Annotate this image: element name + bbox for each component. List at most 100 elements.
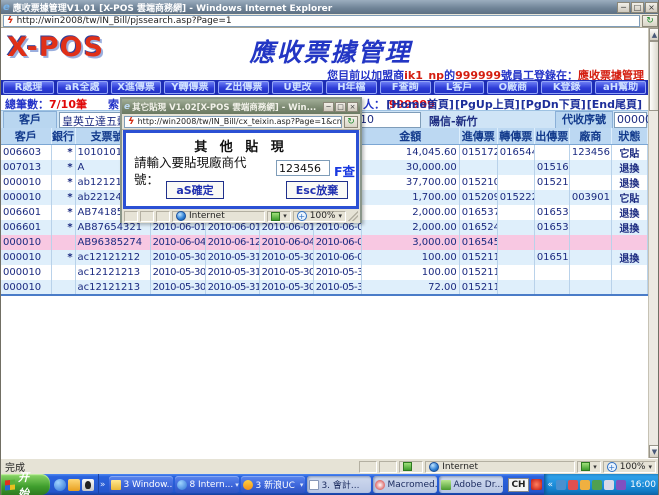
menu-button[interactable]: K登錄 [541, 81, 592, 94]
dialog-url-field[interactable]: ϟ http://win2008/tw/IN_Bill/cx_teixin.as… [124, 116, 342, 128]
task-button[interactable]: 3. 會計... [307, 476, 371, 493]
cell-date-1: 2010-05-30 [150, 250, 205, 265]
cell-transfer-voucher [497, 175, 534, 190]
maximize-button[interactable]: □ [631, 2, 644, 13]
status-segment [399, 461, 423, 473]
dialog-close-button[interactable]: × [347, 102, 358, 112]
cell-in-voucher: 015172 [459, 145, 497, 161]
table-row[interactable]: 000010 ac12121213 2010-05-30 2010-05-31 … [1, 265, 648, 280]
serial-input[interactable]: 000000 [614, 112, 647, 128]
dialog-minimize-button[interactable]: ─ [323, 102, 334, 112]
ql-ie[interactable] [54, 479, 66, 491]
table-header-cell: 銀行 [51, 128, 75, 145]
table-row[interactable]: 000010 ac12121213 2010-05-30 2010-05-31 … [1, 280, 648, 295]
dropdown-icon: ▾ [593, 463, 597, 471]
table-row[interactable]: 000010 AB96385274 2010-06-04 2010-06-12 … [1, 235, 648, 250]
scroll-up-button[interactable]: ▲ [649, 28, 659, 41]
cell-vendor [569, 175, 611, 190]
tray-chevron-icon[interactable]: « [547, 480, 555, 490]
dialog-zone-text: Internet [189, 211, 225, 221]
dialog-maximize-button[interactable]: □ [335, 102, 346, 112]
cell-vendor [569, 205, 611, 220]
internet-zone-icon [176, 211, 186, 221]
confirm-button[interactable]: aS確定 [166, 181, 224, 199]
task-button[interactable]: 3 Window... ▾ [109, 476, 173, 493]
vertical-scrollbar[interactable]: ▲ ▼ [648, 28, 659, 458]
cell-status: 退換 [611, 160, 647, 175]
menu-button[interactable]: Y轉傳票 [164, 81, 215, 94]
cell-transfer-voucher [497, 280, 534, 295]
ql-mail[interactable] [68, 479, 80, 491]
dialog-zoom-control[interactable]: +100%▾ [293, 211, 346, 222]
url-field[interactable]: ϟ http://win2008/tw/IN_Bill/pjssearch.as… [3, 15, 640, 27]
task-button[interactable]: 3 新浪UC ▾ [241, 476, 305, 493]
bank-branch-text: 陽信-新竹 [429, 113, 478, 129]
minimize-button[interactable]: ─ [617, 2, 630, 13]
task-label: Macromed... [387, 480, 437, 490]
cell-date-2: 2010-05-31 [205, 265, 259, 280]
menu-button[interactable]: Z出傳票 [218, 81, 269, 94]
task-button[interactable]: 8 Intern... ▾ [175, 476, 239, 493]
menu-button[interactable]: O廠商 [487, 81, 538, 94]
scrollbar-thumb[interactable] [649, 41, 659, 111]
refresh-button[interactable]: ↻ [642, 15, 658, 27]
tray-icon-6[interactable] [616, 480, 626, 490]
menu-button[interactable]: U更改 [272, 81, 323, 94]
zoom-icon: + [297, 211, 307, 221]
ie-favicon: e [3, 2, 10, 13]
resize-grip[interactable] [348, 211, 358, 221]
menu-button[interactable]: aH幫助 [595, 81, 646, 94]
language-indicator[interactable]: CH [508, 478, 528, 492]
tray-icon-2[interactable] [568, 480, 578, 490]
menu-button[interactable]: X進傳票 [111, 81, 162, 94]
cell-transfer-voucher [497, 235, 534, 250]
protected-mode-segment[interactable]: ▾ [267, 211, 291, 222]
ie-addressbar: ϟ http://win2008/tw/IN_Bill/pjssearch.as… [1, 14, 659, 28]
ime-icon[interactable] [531, 479, 542, 490]
dialog-refresh-button[interactable]: ↻ [344, 116, 358, 128]
close-button[interactable]: × [645, 2, 658, 13]
tray-icon-5[interactable] [604, 480, 614, 490]
tray-icon-1[interactable] [556, 480, 566, 490]
menu-button[interactable]: H年檔 [326, 81, 377, 94]
zone-segment: Internet [425, 461, 575, 473]
shield-icon [403, 462, 412, 471]
table-row[interactable]: 000010 * ac12121212 2010-05-30 2010-05-3… [1, 250, 648, 265]
menu-button[interactable]: L客戶 [434, 81, 485, 94]
overflow-chevron-icon[interactable]: » [99, 480, 107, 490]
cell-customer: 006601 [1, 205, 51, 220]
cell-out-voucher [534, 280, 569, 295]
table-header-cell: 金額 [361, 128, 459, 145]
dialog-body: 其 他 貼 現 請輸入要貼現廠商代號： F查詢 aS確定 Esc放棄 [123, 130, 359, 209]
cell-status [611, 235, 647, 250]
cell-bank: * [51, 190, 75, 205]
cancel-button[interactable]: Esc放棄 [286, 181, 348, 199]
cell-in-voucher: 016524 [459, 220, 497, 235]
task-label: 3 Window... [123, 480, 173, 490]
cell-amount: 30,000.00 [361, 160, 459, 175]
menu-button[interactable]: R處理 [3, 81, 54, 94]
vendor-code-input[interactable] [276, 160, 330, 176]
scroll-down-button[interactable]: ▼ [649, 445, 659, 458]
task-button[interactable]: Macromed... [373, 476, 437, 493]
menu-button[interactable]: F查詢 [380, 81, 431, 94]
task-button[interactable]: Adobe Dr... [439, 476, 503, 493]
tray-icon-3[interactable] [580, 480, 590, 490]
dialog-url-text: http://win2008/tw/IN_Bill/cx_teixin.asp?… [138, 117, 342, 126]
tray-icon-4[interactable] [592, 480, 602, 490]
ql-qq[interactable] [82, 479, 94, 491]
start-button[interactable]: 开始 [1, 474, 50, 495]
protected-mode-segment[interactable]: ▾ [577, 461, 601, 473]
cell-amount: 1,700.00 [361, 190, 459, 205]
menu-button[interactable]: aR全處 [57, 81, 108, 94]
start-label: 开始 [18, 469, 40, 495]
table-header-cell: 廠商 [569, 128, 611, 145]
cell-date-2: 2010-06-12 [205, 235, 259, 250]
task-buttons: 3 Window... ▾ 8 Intern... ▾ 3 新浪UC ▾ [106, 476, 506, 493]
zoom-control[interactable]: +100%▾ [603, 461, 656, 473]
cell-date-1: 2010-05-30 [150, 265, 205, 280]
mid-input[interactable]: 10 [357, 112, 421, 128]
page-title: 應收票據管理 [1, 33, 659, 69]
cell-check-no: ac12121213 [75, 280, 150, 295]
cell-date-4: 2010-05-30 [313, 265, 361, 280]
